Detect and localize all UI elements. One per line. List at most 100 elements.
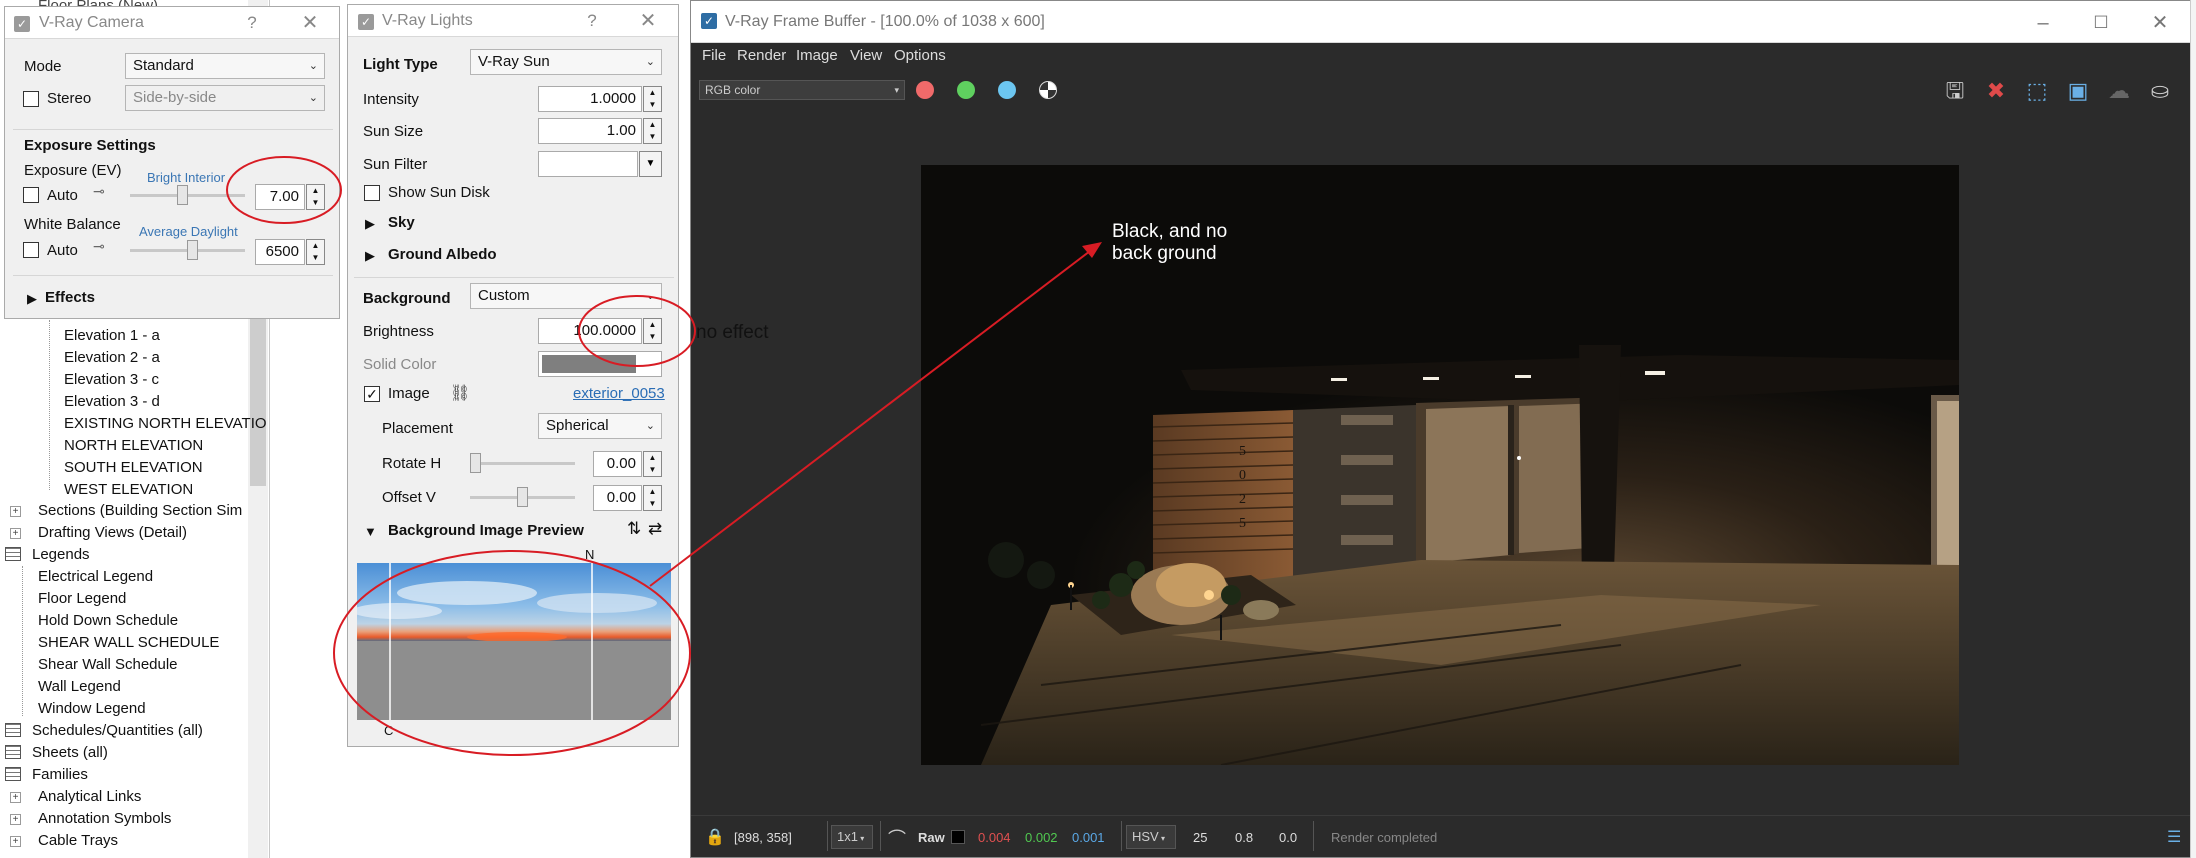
brightness-spinner[interactable]: 100.0000 ▲ ▼: [538, 318, 662, 344]
tree-item-sheets[interactable]: Sheets (all): [32, 743, 108, 763]
lights-titlebar[interactable]: ✓ V-Ray Lights ? ✕: [348, 5, 678, 37]
minimize-button[interactable]: –: [2020, 9, 2066, 37]
sun-size-value[interactable]: 1.00: [538, 118, 642, 144]
tree-item-drafting[interactable]: Drafting Views (Detail): [38, 523, 187, 543]
offset-v-value[interactable]: 0.00: [593, 485, 642, 511]
exposure-preset-link[interactable]: Bright Interior: [147, 170, 225, 185]
menu-file[interactable]: File: [702, 47, 726, 64]
tree-item-elevation[interactable]: Elevation 1 - a: [64, 326, 160, 346]
offset-v-slider-thumb[interactable]: [517, 487, 528, 507]
image-file-link[interactable]: exterior_0053: [573, 385, 665, 402]
curve-icon[interactable]: ⌒: [888, 825, 906, 851]
tree-item-legend[interactable]: Floor Legend: [38, 589, 126, 609]
link-icon[interactable]: ⊸: [93, 183, 105, 200]
spinner-arrows[interactable]: ▲ ▼: [643, 318, 662, 344]
ground-albedo-rollout[interactable]: Ground Albedo: [388, 246, 497, 263]
flip-horizontal-icon[interactable]: ⇄: [648, 519, 662, 539]
intensity-spinner[interactable]: 1.0000 ▲ ▼: [538, 86, 662, 112]
exposure-slider-thumb[interactable]: [177, 185, 188, 205]
menu-image[interactable]: Image: [796, 47, 838, 64]
tree-item-family[interactable]: Cable Trays: [38, 831, 118, 851]
sky-rollout[interactable]: Sky: [388, 214, 415, 231]
background-dropdown[interactable]: Custom ⌄: [470, 283, 662, 309]
log-icon[interactable]: ☰: [2167, 827, 2181, 847]
spinner-arrows[interactable]: ▲ ▼: [306, 184, 325, 210]
alpha-channel-icon[interactable]: [1039, 81, 1057, 99]
expand-icon[interactable]: +: [10, 836, 21, 847]
menu-options[interactable]: Options: [894, 47, 946, 64]
wb-spinner[interactable]: 6500 ▲ ▼: [255, 239, 325, 265]
help-button[interactable]: ?: [237, 11, 267, 35]
tree-item-schedules[interactable]: Schedules/Quantities (all): [32, 721, 203, 741]
tree-item-elevation[interactable]: Elevation 3 - d: [64, 392, 160, 412]
tree-item-elevation[interactable]: NORTH ELEVATION: [64, 436, 203, 456]
link-chain-icon[interactable]: ⛓: [450, 383, 470, 403]
tree-item-sections[interactable]: Sections (Building Section Sim: [38, 501, 242, 521]
tree-item-legend[interactable]: Wall Legend: [38, 677, 121, 697]
tree-item-family[interactable]: Analytical Links: [38, 787, 141, 807]
help-button[interactable]: ?: [577, 9, 607, 33]
lock-icon[interactable]: 🔒: [705, 827, 725, 847]
spinner-arrows[interactable]: ▲ ▼: [643, 485, 662, 511]
tree-item-elevation[interactable]: EXISTING NORTH ELEVATIO: [64, 414, 267, 434]
rotate-h-spinner[interactable]: 0.00 ▲ ▼: [593, 451, 662, 477]
clear-image-icon[interactable]: ✖: [1981, 77, 2011, 105]
tree-item-elevation[interactable]: WEST ELEVATION: [64, 480, 193, 500]
brightness-value[interactable]: 100.0000: [538, 318, 642, 344]
close-button[interactable]: ✕: [2137, 9, 2183, 37]
tree-item-legend[interactable]: Hold Down Schedule: [38, 611, 178, 631]
exposure-spinner[interactable]: 7.00 ▲ ▼: [255, 184, 325, 210]
spinner-arrows[interactable]: ▲ ▼: [643, 86, 662, 112]
color-mode-dropdown[interactable]: HSV ▾: [1126, 825, 1176, 849]
tree-item-families[interactable]: Families: [32, 765, 88, 785]
spinner-arrows[interactable]: ▲ ▼: [643, 118, 662, 144]
tree-item-elevation[interactable]: Elevation 3 - c: [64, 370, 159, 390]
exposure-value[interactable]: 7.00: [255, 184, 305, 210]
offset-v-spinner[interactable]: 0.00 ▲ ▼: [593, 485, 662, 511]
sun-filter-swatch[interactable]: [538, 151, 638, 177]
save-image-icon[interactable]: 🖫: [1940, 77, 1970, 105]
show-sun-disk-checkbox[interactable]: [364, 185, 380, 201]
browser-scrollbar-thumb[interactable]: [250, 310, 266, 486]
tree-item-legend[interactable]: Window Legend: [38, 699, 146, 719]
close-button[interactable]: ✕: [633, 9, 663, 33]
background-preview-rollout[interactable]: Background Image Preview: [388, 522, 584, 539]
light-type-dropdown[interactable]: V-Ray Sun ⌄: [470, 49, 662, 75]
spinner-arrows[interactable]: ▲ ▼: [306, 239, 325, 265]
zoom-dropdown[interactable]: 1x1 ▾: [831, 825, 873, 849]
track-mouse-icon[interactable]: ▣: [2063, 77, 2093, 105]
wb-value[interactable]: 6500: [255, 239, 305, 265]
maximize-button[interactable]: ☐: [2078, 9, 2124, 37]
image-checkbox[interactable]: ✓: [364, 386, 380, 402]
tree-item-legend[interactable]: Electrical Legend: [38, 567, 153, 587]
expand-triangle-icon[interactable]: ▶: [27, 291, 37, 307]
menu-render[interactable]: Render: [737, 47, 786, 64]
expand-triangle-icon[interactable]: ▶: [365, 216, 375, 232]
channel-dropdown[interactable]: RGB color ▾: [699, 80, 905, 100]
region-render-icon[interactable]: ⬚: [2022, 77, 2052, 105]
vfb-titlebar[interactable]: ✓ V-Ray Frame Buffer - [100.0% of 1038 x…: [691, 1, 2195, 43]
tree-item-legend[interactable]: Shear Wall Schedule: [38, 655, 178, 675]
wb-slider-thumb[interactable]: [187, 240, 198, 260]
expand-icon[interactable]: +: [10, 506, 21, 517]
tree-item-elevation[interactable]: SOUTH ELEVATION: [64, 458, 203, 478]
tree-item-elevation[interactable]: Elevation 2 - a: [64, 348, 160, 368]
dropdown-arrow-icon[interactable]: ▼: [639, 151, 662, 177]
stop-render-icon[interactable]: ☁: [2104, 77, 2134, 105]
green-channel-icon[interactable]: [957, 81, 975, 99]
expand-icon[interactable]: +: [10, 792, 21, 803]
menu-view[interactable]: View: [850, 47, 882, 64]
expand-triangle-icon[interactable]: ▶: [365, 248, 375, 264]
expand-icon[interactable]: +: [10, 814, 21, 825]
rotate-h-slider-thumb[interactable]: [470, 453, 481, 473]
close-button[interactable]: ✕: [295, 11, 325, 35]
stereo-checkbox[interactable]: [23, 91, 39, 107]
wb-preset-link[interactable]: Average Daylight: [139, 224, 238, 239]
solid-color-swatch[interactable]: [538, 351, 662, 377]
flip-vertical-icon[interactable]: ⇅: [627, 519, 641, 539]
effects-rollout[interactable]: Effects: [45, 289, 95, 306]
camera-titlebar[interactable]: ✓ V-Ray Camera ? ✕: [5, 7, 339, 39]
rotate-h-slider-track[interactable]: [470, 462, 575, 465]
wb-auto-checkbox[interactable]: [23, 242, 39, 258]
tree-item-legend[interactable]: SHEAR WALL SCHEDULE: [38, 633, 219, 653]
